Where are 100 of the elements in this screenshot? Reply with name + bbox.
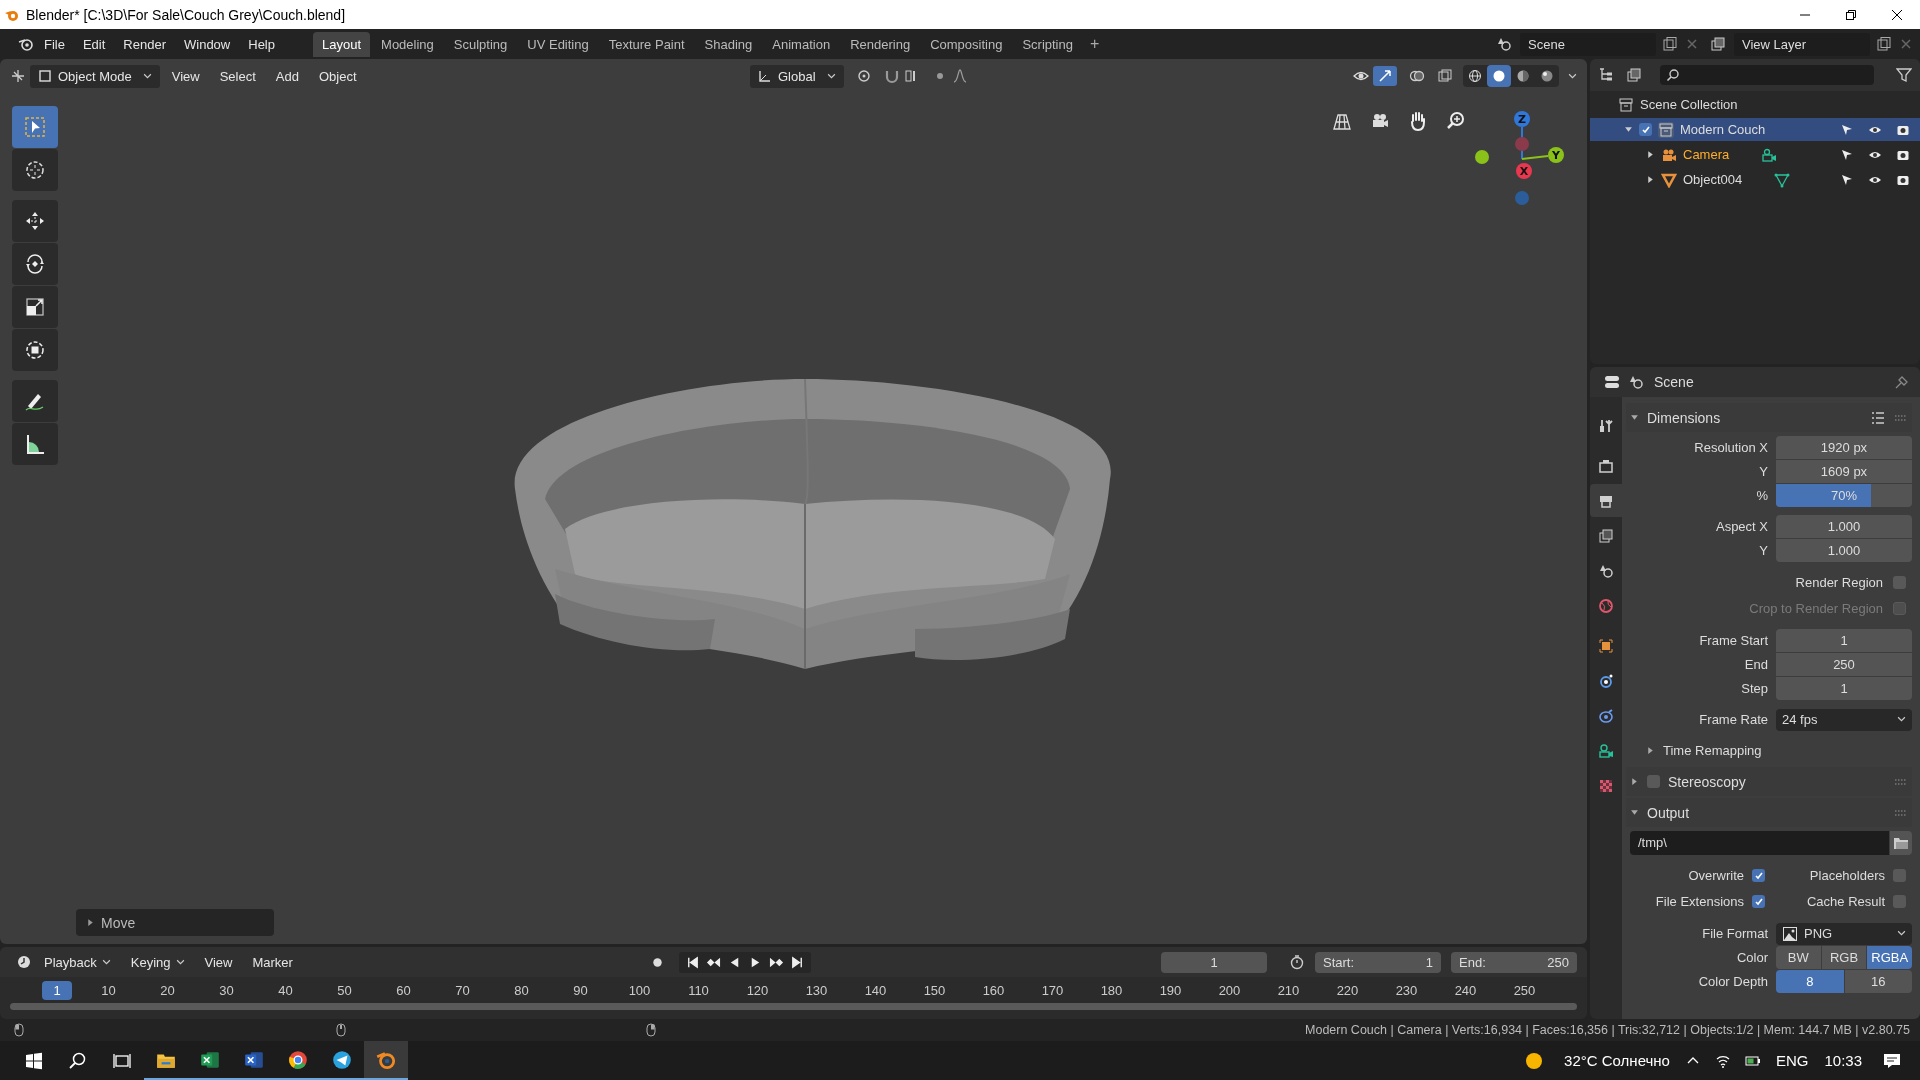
outliner-item[interactable]: Scene Collection bbox=[1640, 97, 1738, 112]
weather-text[interactable]: 32°C Солнечно bbox=[1564, 1052, 1670, 1069]
new-scene-icon[interactable] bbox=[1662, 36, 1678, 52]
toggle-option[interactable]: RGB bbox=[1821, 946, 1867, 969]
expand-arrow-icon[interactable] bbox=[1646, 175, 1655, 184]
axis-dot[interactable] bbox=[1515, 191, 1529, 205]
menu-item[interactable]: Edit bbox=[74, 32, 114, 56]
selectable-icon[interactable] bbox=[1840, 122, 1854, 137]
menu-item[interactable]: Render bbox=[115, 32, 174, 56]
mode-dropdown[interactable]: Object Mode bbox=[30, 64, 160, 88]
magnet-icon[interactable] bbox=[883, 68, 900, 84]
checkbox[interactable] bbox=[1893, 895, 1906, 908]
jump-start-icon[interactable] bbox=[685, 954, 701, 970]
checkbox[interactable] bbox=[1639, 123, 1652, 136]
pin-icon[interactable] bbox=[1894, 374, 1910, 390]
workspace-tab[interactable]: Animation bbox=[763, 31, 840, 57]
menu-item[interactable]: Help bbox=[240, 32, 283, 56]
toggle-option[interactable]: 8 bbox=[1776, 970, 1844, 993]
menu-item[interactable]: Object bbox=[310, 64, 365, 88]
path-field[interactable]: /tmp\ bbox=[1630, 831, 1889, 855]
view-layer-field[interactable]: View Layer bbox=[1734, 32, 1870, 56]
number-field[interactable]: 250 bbox=[1776, 653, 1912, 676]
viewport[interactable]: Object Mode View Select Add Object Global Z Y X Move bbox=[0, 59, 1587, 944]
end-frame-field[interactable]: End: 250 bbox=[1451, 951, 1577, 973]
axis-handle[interactable]: Y bbox=[1548, 147, 1564, 163]
percentage-slider[interactable]: 70% bbox=[1776, 484, 1912, 507]
expand-arrow-icon[interactable] bbox=[1630, 808, 1639, 817]
editor-type-icon[interactable] bbox=[1604, 374, 1620, 390]
scrollbar[interactable] bbox=[10, 1003, 1577, 1010]
toggle-option[interactable]: BW bbox=[1776, 946, 1821, 969]
menu-item[interactable]: Add bbox=[267, 64, 307, 88]
checkbox[interactable] bbox=[1752, 869, 1765, 882]
workspace-tab[interactable]: Modeling bbox=[372, 31, 443, 57]
outliner-row[interactable]: Camera bbox=[1590, 143, 1920, 166]
scene-field[interactable]: Scene bbox=[1520, 32, 1656, 56]
checkbox[interactable] bbox=[1647, 775, 1660, 788]
drag-handle-icon[interactable] bbox=[1894, 414, 1908, 421]
toggle-option[interactable]: RGBA bbox=[1867, 946, 1912, 969]
view-layer-icon[interactable] bbox=[1710, 36, 1726, 52]
tool-button[interactable] bbox=[12, 380, 58, 422]
menu-item[interactable]: View bbox=[196, 950, 241, 974]
drag-handle-icon[interactable] bbox=[1894, 809, 1908, 816]
number-field[interactable]: 1.000 bbox=[1776, 539, 1912, 562]
search-icon[interactable] bbox=[68, 1050, 88, 1071]
number-field[interactable]: 1 bbox=[1776, 677, 1912, 700]
shading-mode-button[interactable] bbox=[1487, 65, 1511, 87]
start-frame-field[interactable]: Start: 1 bbox=[1315, 951, 1441, 973]
clock[interactable]: 10:33 bbox=[1824, 1052, 1862, 1069]
stopwatch-icon[interactable] bbox=[1289, 954, 1305, 970]
gizmo-toggle[interactable] bbox=[1373, 66, 1397, 86]
axis-dot[interactable] bbox=[1515, 137, 1529, 151]
add-workspace-button[interactable]: + bbox=[1083, 31, 1106, 57]
menu-item[interactable]: View bbox=[163, 64, 208, 88]
overlays-icon[interactable] bbox=[1409, 68, 1425, 84]
pivot-icon[interactable] bbox=[855, 68, 872, 84]
view-layer-icon[interactable] bbox=[1626, 67, 1642, 83]
mesh-data-icon[interactable] bbox=[1774, 171, 1791, 188]
expand-arrow-icon[interactable] bbox=[86, 918, 95, 927]
menu-item[interactable]: Playback bbox=[36, 950, 119, 974]
presets-icon[interactable] bbox=[1870, 409, 1886, 426]
workspace-tab[interactable]: Sculpting bbox=[444, 31, 517, 57]
selectable-icon[interactable] bbox=[1840, 172, 1854, 187]
workspace-tab[interactable]: Layout bbox=[313, 31, 371, 57]
outliner-row[interactable]: Object004 bbox=[1590, 168, 1920, 191]
menu-item[interactable]: File bbox=[36, 32, 73, 56]
expand-arrow-icon[interactable] bbox=[1646, 150, 1655, 159]
number-field[interactable]: 1.000 bbox=[1776, 515, 1912, 538]
checkbox[interactable] bbox=[1893, 869, 1906, 882]
toggle-option[interactable]: 16 bbox=[1844, 970, 1912, 993]
start-icon[interactable] bbox=[24, 1050, 44, 1071]
number-field[interactable]: 1609 px bbox=[1776, 460, 1912, 483]
menu-item[interactable]: Keying bbox=[122, 950, 193, 974]
blender-logo-icon[interactable] bbox=[18, 36, 34, 52]
filter-icon[interactable] bbox=[1896, 67, 1912, 83]
clock-icon[interactable] bbox=[16, 954, 32, 970]
drag-handle-icon[interactable] bbox=[1894, 778, 1908, 785]
current-frame-field[interactable]: 1 bbox=[1161, 951, 1267, 973]
axis-handle[interactable]: Z bbox=[1514, 111, 1530, 127]
expand-arrow-icon[interactable] bbox=[1630, 413, 1639, 422]
workspace-tab[interactable]: Shading bbox=[695, 31, 762, 57]
checkbox[interactable] bbox=[1752, 895, 1765, 908]
tool-button[interactable] bbox=[12, 286, 58, 328]
workspace-tab[interactable]: Texture Paint bbox=[599, 31, 694, 57]
workspace-tab[interactable]: Compositing bbox=[921, 31, 1012, 57]
new-view-layer-icon[interactable] bbox=[1876, 36, 1892, 52]
tool-button[interactable] bbox=[12, 243, 58, 285]
axis-handle[interactable]: X bbox=[1516, 163, 1532, 179]
number-field[interactable]: 1 bbox=[1776, 629, 1912, 652]
menu-item[interactable]: Window bbox=[176, 32, 239, 56]
editor-type-icon[interactable] bbox=[10, 68, 26, 84]
selectable-icon[interactable] bbox=[1840, 147, 1854, 162]
falloff-curve-icon[interactable] bbox=[951, 68, 968, 84]
workspace-tab[interactable]: UV Editing bbox=[518, 31, 598, 57]
display-mode-icon[interactable] bbox=[1598, 67, 1614, 83]
caret-icon[interactable] bbox=[1568, 72, 1577, 80]
properties-tab[interactable] bbox=[1590, 484, 1622, 517]
language-indicator[interactable]: ENG bbox=[1775, 1052, 1809, 1069]
search-field[interactable] bbox=[1660, 65, 1874, 85]
dropdown[interactable]: 24 fps bbox=[1776, 708, 1912, 731]
camera-data-icon[interactable] bbox=[1761, 146, 1778, 163]
